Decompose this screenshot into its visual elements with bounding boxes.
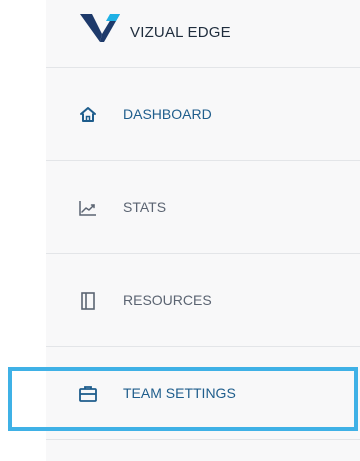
- brand-header[interactable]: VIZUAL EDGE: [46, 0, 360, 68]
- home-icon: [80, 107, 96, 122]
- sidebar-item-resources[interactable]: RESOURCES: [46, 254, 360, 347]
- chart-line-icon: [79, 201, 96, 216]
- sidebar-item-label: RESOURCES: [123, 292, 212, 308]
- vizual-edge-logo-icon: [80, 14, 120, 42]
- sidebar-item-label: STATS: [123, 199, 167, 215]
- sidebar: VIZUAL EDGE DASHBOARD STATS RESOURCES TE…: [46, 0, 360, 461]
- sidebar-item-stats[interactable]: STATS: [46, 161, 360, 254]
- sidebar-item-team-settings[interactable]: TEAM SETTINGS: [46, 347, 360, 440]
- sidebar-item-label: DASHBOARD: [123, 106, 212, 122]
- briefcase-icon: [79, 386, 97, 402]
- book-icon: [81, 292, 95, 310]
- sidebar-item-dashboard[interactable]: DASHBOARD: [46, 68, 360, 161]
- brand-name: VIZUAL EDGE: [130, 24, 231, 41]
- sidebar-item-label: TEAM SETTINGS: [123, 385, 236, 401]
